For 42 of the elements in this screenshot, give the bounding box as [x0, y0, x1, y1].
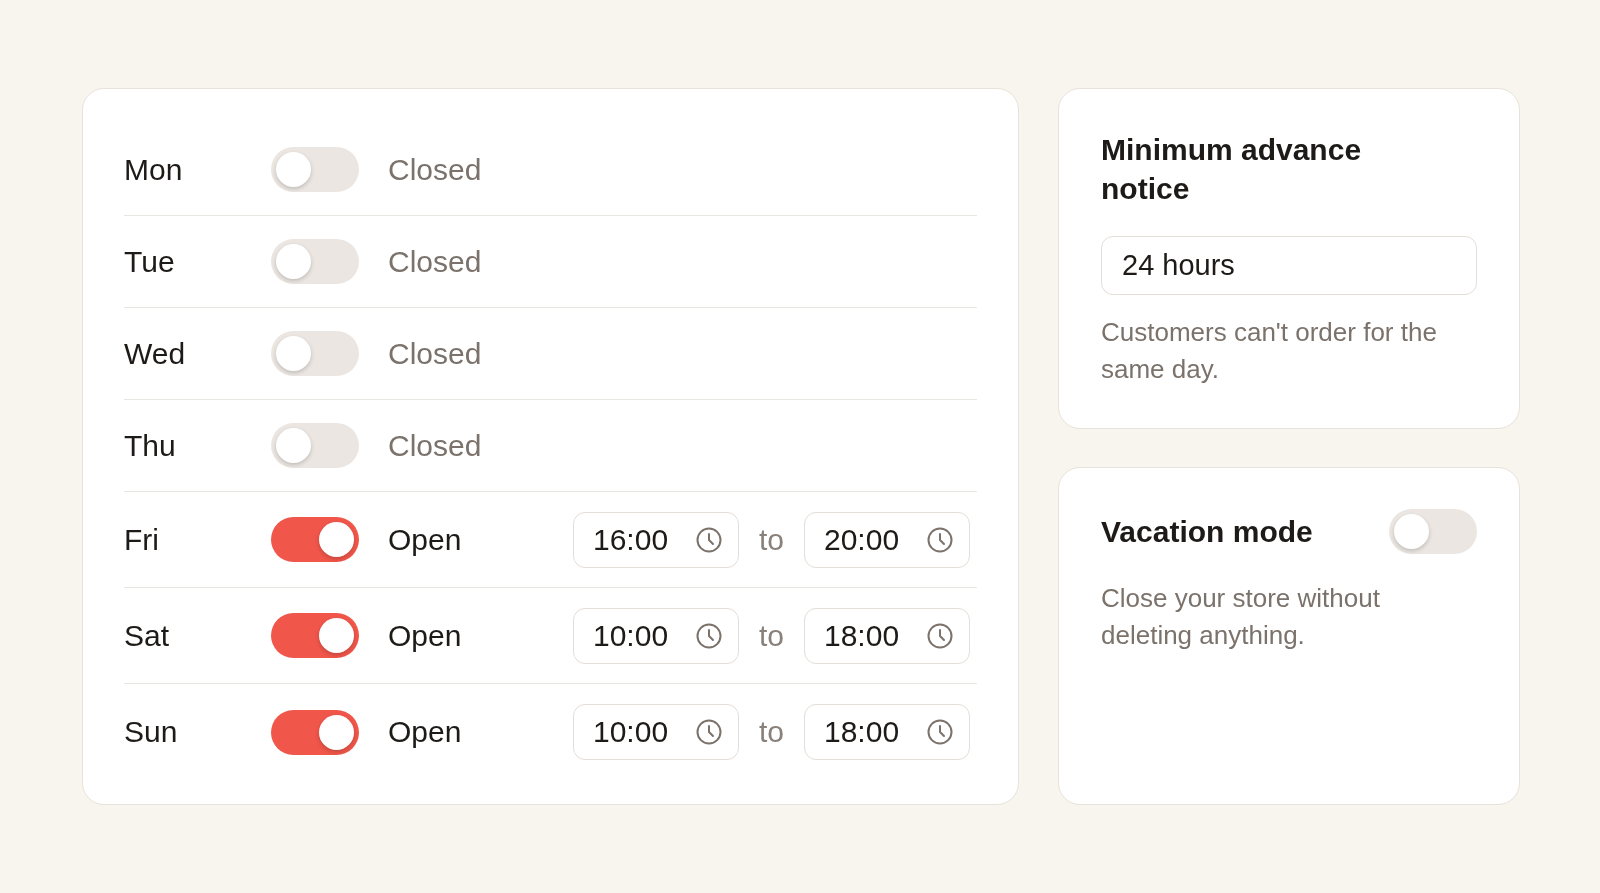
status-label: Closed: [388, 244, 483, 279]
status-label: Closed: [388, 428, 483, 463]
input-field[interactable]: 24 hours: [1101, 236, 1477, 295]
time-field[interactable]: 10:00: [573, 607, 739, 664]
card-title: Minimum advance notice: [1101, 132, 1363, 207]
toggle-switch[interactable]: [271, 423, 359, 468]
toggle-switch[interactable]: [271, 613, 359, 658]
clock-icon: [696, 622, 722, 649]
toggle-switch[interactable]: [271, 517, 359, 562]
time-field[interactable]: 18:00: [804, 607, 970, 664]
day-label: Wed: [124, 336, 187, 371]
description-text: Close your store without deleting anything.: [1101, 582, 1381, 652]
status-label: Closed: [388, 152, 483, 187]
toggle-switch[interactable]: [271, 331, 359, 376]
day-label: Mon: [124, 152, 184, 187]
day-label: Tue: [124, 244, 176, 279]
toggle-switch[interactable]: [271, 147, 359, 192]
separator-text: to: [758, 715, 785, 749]
day-label: Fri: [124, 522, 160, 557]
time-field[interactable]: 10:00: [573, 704, 739, 760]
clock-icon: [696, 719, 722, 745]
toggle-switch[interactable]: [271, 239, 359, 284]
day-label: Thu: [124, 428, 177, 463]
time-field[interactable]: 18:00: [804, 704, 970, 760]
status-label: Open: [388, 715, 463, 749]
status-label: Open: [388, 618, 463, 653]
card-title: Vacation mode: [1101, 514, 1313, 550]
separator-text: to: [758, 522, 785, 557]
status-label: Closed: [388, 336, 483, 371]
status-label: Open: [388, 522, 463, 557]
clock-icon: [927, 719, 953, 745]
clock-icon: [927, 622, 953, 649]
clock-icon: [696, 526, 722, 553]
day-label: Sat: [124, 618, 171, 653]
clock-icon: [927, 526, 953, 553]
separator-text: to: [758, 618, 785, 653]
toggle-switch[interactable]: [1389, 509, 1477, 554]
day-label: Sun: [124, 715, 179, 749]
toggle-switch[interactable]: [271, 709, 359, 755]
help-text: Customers can't order for the same day.: [1101, 316, 1438, 386]
time-field[interactable]: 16:00: [573, 511, 739, 568]
time-field[interactable]: 20:00: [804, 511, 970, 568]
